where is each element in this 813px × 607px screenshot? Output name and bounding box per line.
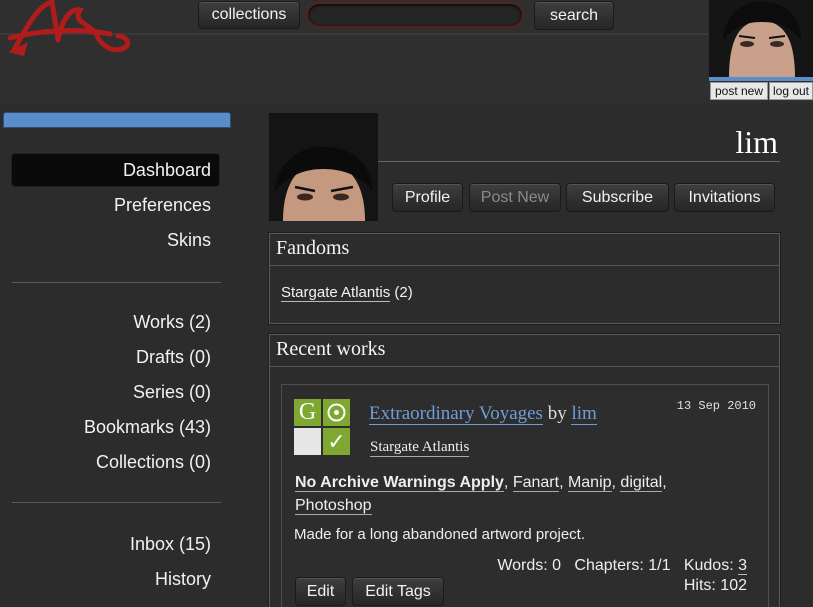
site-header: collections search post new log out — [0, 0, 813, 103]
collections-button[interactable]: collections — [198, 1, 300, 29]
edit-button[interactable]: Edit — [295, 577, 346, 606]
user-name-heading: lim — [735, 124, 778, 160]
kudos-label: Kudos: — [683, 557, 734, 574]
header-avatar-strip — [709, 77, 813, 81]
work-hits: Hits: 102 — [684, 577, 747, 595]
complete-check-icon[interactable]: ✓ — [323, 428, 350, 455]
category-other-icon[interactable] — [323, 399, 350, 426]
ao3-logo[interactable] — [0, 0, 140, 62]
search-button[interactable]: search — [534, 1, 614, 30]
post-new-button[interactable]: Post New — [469, 183, 561, 212]
log-out-button[interactable]: log out — [769, 82, 813, 100]
work-date: 13 Sep 2010 — [676, 399, 756, 413]
user-heading-divider — [378, 161, 780, 162]
category-other-glyph — [327, 403, 346, 422]
dashboard-sidebar: Dashboard Preferences Skins Works (2) Dr… — [0, 112, 232, 607]
sidebar-item-inbox[interactable]: Inbox (15) — [130, 534, 211, 555]
words-value: 0 — [552, 557, 562, 574]
post-new-small-button[interactable]: post new — [710, 82, 768, 100]
recent-works-heading: Recent works — [270, 335, 779, 367]
required-tags: G ✓ — [294, 399, 352, 457]
fandom-list-item: Stargate Atlantis (2) — [281, 284, 413, 302]
sidebar-item-bookmarks[interactable]: Bookmarks (43) — [84, 417, 211, 438]
tag-freeform[interactable]: Manip — [567, 474, 612, 492]
work-author-link[interactable]: lim — [571, 403, 597, 425]
kudos-link[interactable]: 3 — [738, 557, 747, 575]
words-label: Words: — [497, 557, 548, 574]
header-avatar-image — [709, 0, 813, 78]
hits-value: 102 — [720, 577, 747, 594]
hits-label: Hits: — [683, 577, 716, 594]
sidebar-item-drafts[interactable]: Drafts (0) — [136, 347, 211, 368]
tag-warning[interactable]: No Archive Warnings Apply — [295, 474, 504, 492]
work-blurb: G ✓ Extraordinary Voyages by lim 13 Sep … — [281, 384, 769, 607]
rating-general-icon[interactable]: G — [294, 399, 321, 426]
search-input[interactable] — [306, 2, 524, 28]
sidebar-divider — [12, 502, 221, 503]
sidebar-item-history[interactable]: History — [155, 569, 211, 590]
no-warnings-icon[interactable] — [294, 428, 321, 455]
sidebar-item-skins[interactable]: Skins — [167, 230, 211, 251]
tag-freeform[interactable]: Photoshop — [295, 497, 372, 515]
invitations-button[interactable]: Invitations — [674, 183, 775, 212]
sidebar-item-collections[interactable]: Collections (0) — [96, 452, 211, 473]
dashboard-page: collections search post new log out Dash… — [0, 0, 813, 607]
fandom-count: (2) — [394, 284, 413, 301]
sidebar-item-dashboard[interactable]: Dashboard — [123, 160, 211, 181]
sidebar-item-series[interactable]: Series (0) — [133, 382, 211, 403]
tag-freeform[interactable]: digital — [620, 474, 663, 492]
work-title-link[interactable]: Extraordinary Voyages — [369, 403, 543, 425]
profile-button[interactable]: Profile — [392, 183, 463, 212]
sidebar-top-bar — [3, 112, 231, 128]
work-stats: Words: 0 Chapters: 1/1 Kudos: 3 — [497, 557, 747, 575]
header-avatar[interactable] — [709, 0, 813, 78]
edit-tags-button[interactable]: Edit Tags — [352, 577, 444, 606]
chapters-label: Chapters: — [574, 557, 644, 574]
work-fandom-link[interactable]: Stargate Atlantis — [370, 439, 470, 457]
user-avatar-image — [269, 113, 378, 221]
sidebar-divider — [12, 282, 221, 283]
user-avatar[interactable] — [269, 113, 378, 221]
sidebar-item-preferences[interactable]: Preferences — [114, 195, 211, 216]
subscribe-button[interactable]: Subscribe — [566, 183, 669, 212]
work-by-text: by — [547, 403, 567, 424]
work-heading: Extraordinary Voyages by lim — [369, 403, 597, 425]
sidebar-item-works[interactable]: Works (2) — [133, 312, 211, 333]
fandoms-box: Fandoms Stargate Atlantis (2) — [269, 233, 780, 324]
work-tags: No Archive Warnings Apply, Fanart, Manip… — [295, 474, 667, 515]
chapters-value: 1/1 — [648, 557, 671, 574]
tag-freeform[interactable]: Fanart — [512, 474, 560, 492]
work-summary: Made for a long abandoned artword projec… — [294, 526, 586, 543]
fandoms-heading: Fandoms — [270, 234, 779, 266]
fandom-link[interactable]: Stargate Atlantis — [281, 284, 391, 302]
